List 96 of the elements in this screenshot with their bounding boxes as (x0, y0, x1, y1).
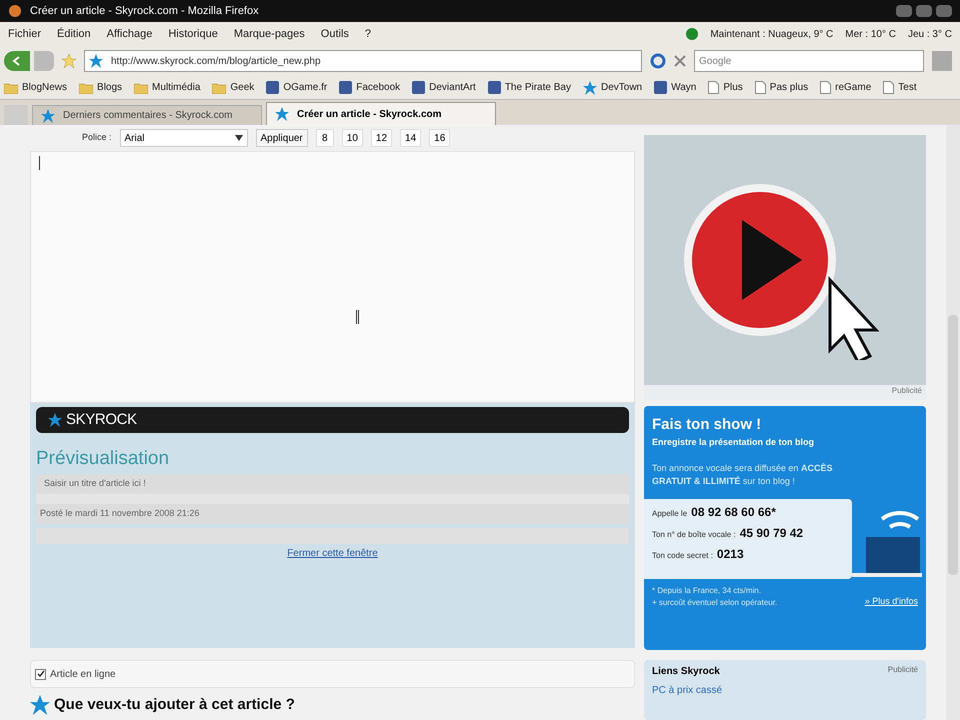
bookmark-link[interactable]: Facebook (356, 80, 400, 95)
links-box-tag: Publicité (888, 664, 918, 680)
mouse-i-beam-cursor (356, 310, 359, 324)
more-info-link[interactable]: » Plus d'infos (864, 595, 918, 609)
folder-icon (212, 82, 226, 94)
site-icon (266, 81, 280, 94)
call-info-value: 08 92 68 60 66* (691, 504, 776, 521)
folder-icon (79, 82, 94, 94)
bookmark-link[interactable]: reGame (835, 80, 872, 95)
bookmark-link[interactable]: Test (898, 80, 917, 95)
star-icon[interactable] (62, 54, 76, 68)
site-icon (488, 81, 501, 94)
star-icon (41, 108, 55, 122)
forward-button[interactable] (34, 51, 54, 71)
post-date-bar: Posté le mardi 11 novembre 2008 21:26 (36, 504, 629, 524)
promo-subtitle: Enregistre la présentation de ton blog (652, 436, 816, 450)
preview-heading: Prévisualisation (36, 447, 170, 471)
folder-icon (4, 82, 18, 94)
font-size-button[interactable]: 10 (342, 129, 363, 147)
call-info-value: 45 90 79 42 (740, 524, 804, 542)
browser-icon (8, 4, 22, 18)
menu-item[interactable]: Marque-pages (234, 26, 305, 42)
site-icon (339, 81, 352, 94)
site-icon (412, 81, 426, 94)
menu-item[interactable]: Fichier (8, 26, 42, 42)
dropdown-caret-icon (234, 135, 243, 141)
font-size-button[interactable]: 16 (429, 129, 450, 147)
site-icon (654, 81, 668, 94)
weather-reading: Jeu : 3° C (908, 28, 952, 42)
star-icon (30, 695, 50, 716)
reload-icon[interactable] (650, 53, 666, 69)
page-icon (883, 81, 894, 94)
star-icon (582, 80, 597, 94)
close-window-link[interactable]: Fermer cette fenêtre (287, 546, 378, 560)
font-size-button[interactable]: 14 (400, 129, 422, 147)
ad-caption: Publicité (892, 385, 923, 397)
section-heading: Que veux-tu ajouter à cet article ? (54, 695, 295, 715)
back-button[interactable] (4, 51, 30, 71)
weather-status-icon (686, 28, 698, 40)
star-icon (89, 54, 103, 68)
bookmark-link[interactable]: Pas plus (770, 80, 808, 95)
menu-item[interactable]: ? (364, 26, 372, 42)
font-size-button[interactable]: 12 (370, 129, 392, 147)
call-info-label: Appelle le (652, 508, 688, 520)
checkbox[interactable] (35, 668, 46, 680)
promo-text: Ton annonce vocale sera diffusée en ACCÈS GRATUIT & ILLIMITÉ sur ton blog ! (652, 462, 834, 488)
bookmark-link[interactable]: DeviantArt (429, 80, 476, 95)
browser-tab[interactable]: Créer un article - Skyrock.com (266, 102, 496, 125)
bookmark-link[interactable]: The Pirate Bay (504, 80, 571, 95)
text-cursor (39, 156, 40, 170)
folder-icon (134, 82, 148, 94)
bookmark-link[interactable]: BlogNews (22, 80, 68, 95)
bookmark-link[interactable]: Plus (723, 80, 743, 95)
call-info-label: Ton n° de boîte vocale : (652, 528, 736, 541)
star-icon (275, 107, 289, 121)
article-title-bar: Saisir un titre d'article ici ! (36, 474, 629, 494)
font-size-button[interactable]: 8 (316, 129, 334, 147)
skyrock-logo: SKYROCK (66, 410, 137, 430)
star-icon (48, 413, 62, 427)
promo-title: Fais ton show ! (652, 414, 762, 435)
window-title: Créer un article - Skyrock.com - Mozilla Firefox (30, 4, 259, 19)
page-icon (708, 81, 720, 94)
font-select[interactable]: Arial (120, 129, 248, 147)
promo-footnote: * Depuis la France, 34 cts/min. (652, 584, 762, 597)
menu-item[interactable]: Outils (320, 26, 349, 42)
call-info-label: Ton code secret : (652, 550, 713, 562)
search-field[interactable]: Google (694, 50, 924, 72)
scrollbar[interactable] (946, 125, 960, 720)
weather-reading: Maintenant : Nuageux, 9° C (710, 28, 834, 42)
page-icon (820, 81, 832, 94)
menu-item[interactable]: Affichage (106, 26, 152, 42)
maximize-button[interactable] (916, 5, 932, 17)
address-bar[interactable]: http://www.skyrock.com/m/blog/article_new.php (84, 50, 642, 72)
sponsored-link[interactable]: PC à prix cassé (652, 683, 918, 698)
browser-tab[interactable]: Derniers commentaires - Skyrock.com (32, 105, 262, 125)
bookmark-link[interactable]: Multimédia (152, 80, 200, 95)
apply-button[interactable]: Appliquer (256, 129, 308, 147)
bookmark-link[interactable]: OGame.fr (283, 80, 328, 95)
bookmark-link[interactable]: Geek (230, 80, 254, 95)
weather-reading: Mer : 10° C (845, 28, 896, 42)
bookmark-link[interactable]: DevTown (600, 80, 642, 95)
close-button[interactable] (936, 5, 952, 17)
promo-footnote: + surcoût éventuel selon opérateur. (652, 596, 778, 609)
links-box-title: Liens Skyrock (652, 665, 720, 680)
menu-item[interactable]: Historique (168, 26, 218, 42)
close-icon[interactable] (674, 55, 686, 67)
font-label: Police : (82, 131, 112, 144)
minimize-button[interactable] (896, 5, 912, 17)
call-info-value: 0213 (716, 546, 744, 563)
menu-item[interactable]: Édition (57, 26, 91, 42)
check-icon (36, 670, 44, 678)
page-icon (754, 81, 766, 94)
bookmark-link[interactable]: Wayn (671, 80, 696, 95)
bookmark-link[interactable]: Blogs (97, 80, 122, 95)
checkbox-label: Article en ligne (50, 668, 116, 682)
scrollbar-thumb[interactable] (948, 315, 958, 575)
